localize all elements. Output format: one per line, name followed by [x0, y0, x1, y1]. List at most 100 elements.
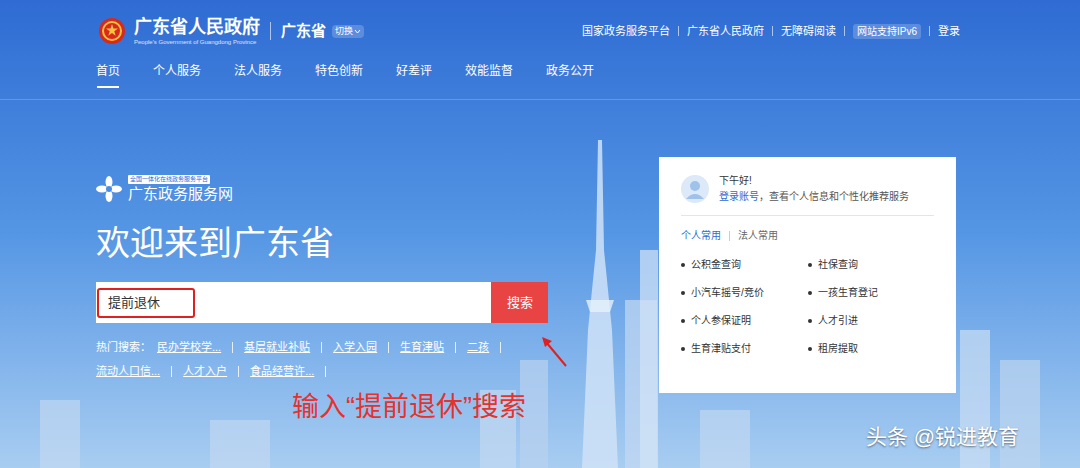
quick-link-label[interactable]: 公积金查询: [691, 257, 741, 272]
top-link[interactable]: 登录: [938, 23, 960, 40]
nav-label[interactable]: 效能监督: [465, 62, 513, 80]
hot-separator: [232, 342, 233, 353]
page: 广东省人民政府 People's Government of Guangdong…: [0, 0, 1080, 468]
link-separator: [929, 26, 930, 36]
quick-link[interactable]: 个人参保证明: [681, 313, 808, 328]
quick-link[interactable]: 小汽车摇号/竞价: [681, 285, 808, 300]
nav-label[interactable]: 特色创新: [315, 62, 363, 80]
hot-item[interactable]: 流动人口信...: [96, 359, 183, 383]
bullet-icon: [808, 319, 812, 323]
quick-link-label[interactable]: 租房提取: [818, 341, 858, 356]
nav-item[interactable]: 法人服务: [234, 62, 282, 88]
hot-item[interactable]: 民办学校学...: [157, 335, 244, 359]
watermark: 头条 @锐进教育: [866, 423, 1019, 451]
bullet-icon: [681, 263, 685, 267]
top-link[interactable]: 网站支持IPv6: [853, 24, 921, 39]
hot-link[interactable]: 食品经营许...: [250, 359, 314, 383]
search-button[interactable]: 搜索: [491, 282, 548, 323]
nav-item[interactable]: 首页: [96, 62, 120, 88]
nav-item[interactable]: 特色创新: [315, 62, 363, 88]
quick-link[interactable]: 一孩生育登记: [808, 285, 935, 300]
chevron-down-icon: [354, 29, 361, 34]
avatar-icon[interactable]: [681, 175, 709, 203]
national-emblem-icon: [98, 17, 126, 45]
hot-link[interactable]: 流动人口信...: [96, 359, 160, 383]
quick-link[interactable]: 生育津贴支付: [681, 341, 808, 356]
hot-separator: [321, 342, 322, 353]
nav-item[interactable]: 好差评: [396, 62, 432, 88]
search-input[interactable]: [96, 282, 491, 323]
nav-underline: [97, 86, 119, 88]
hot-link[interactable]: 民办学校学...: [157, 335, 221, 359]
switch-region-button[interactable]: 切换: [332, 25, 364, 38]
link-separator: [772, 26, 773, 36]
hot-item[interactable]: 人才入户: [183, 359, 250, 383]
quick-link-label[interactable]: 个人参保证明: [691, 313, 751, 328]
hot-link[interactable]: 二孩: [467, 335, 489, 359]
search-button-label[interactable]: 搜索: [507, 293, 533, 313]
nav-item[interactable]: 效能监督: [465, 62, 513, 88]
hot-searches: 热门搜索：民办学校学... 基层就业补贴入学入园生育津贴二孩流动人口信... 人才入…: [96, 335, 548, 383]
login-hint: ，查看个人信息和个性化推荐服务: [759, 191, 909, 202]
quick-link[interactable]: 公积金查询: [681, 257, 808, 272]
annotation-arrow-icon: [538, 332, 570, 370]
hot-item[interactable]: 入学入园: [333, 335, 400, 359]
nav-item[interactable]: 政务公开: [546, 62, 594, 88]
nav-item[interactable]: 个人服务: [153, 62, 201, 88]
quick-link-label[interactable]: 小汽车摇号/竞价: [691, 285, 764, 300]
site-subtitle: People's Government of Guangdong Provinc…: [134, 38, 260, 46]
link-separator: [844, 26, 845, 36]
bullet-icon: [808, 347, 812, 351]
hot-link[interactable]: 人才入户: [183, 359, 227, 383]
hot-separator: [171, 366, 172, 377]
hot-item[interactable]: 生育津贴: [400, 335, 467, 359]
card-tabs: 个人常用 法人常用: [681, 228, 934, 243]
quick-link-label[interactable]: 人才引进: [818, 313, 858, 328]
hot-link[interactable]: 入学入园: [333, 335, 377, 359]
annotation-highlight-box: [97, 288, 195, 318]
annotation-text: 输入“提前退休”搜索: [292, 390, 526, 424]
nav-label[interactable]: 好差评: [396, 62, 432, 80]
hot-item[interactable]: 二孩: [467, 335, 512, 359]
user-card: 下午好! 登录账号，查看个人信息和个性化推荐服务 个人常用法人常用 公积金查询社…: [659, 157, 956, 393]
hot-separator: [500, 342, 501, 353]
site-title[interactable]: 广东省人民政府: [134, 16, 260, 38]
hot-link[interactable]: 生育津贴: [400, 335, 444, 359]
nav-underline: [247, 86, 269, 88]
nav-underline: [559, 86, 581, 88]
switch-label[interactable]: 切换: [335, 25, 353, 38]
hot-label: 热门搜索：: [96, 335, 151, 359]
login-link[interactable]: 登录账号: [719, 191, 759, 202]
quick-link[interactable]: 人才引进: [808, 313, 935, 328]
quick-link[interactable]: 租房提取: [808, 341, 935, 356]
nav-label[interactable]: 个人服务: [153, 62, 201, 80]
top-links: 国家政务服务平台广东省人民政府无障碍阅读 网站支持IPv6 登录: [582, 23, 960, 40]
main-nav: 首页 个人服务 法人服务 特色创新 好差评 效能监督 政务公开: [0, 62, 1080, 100]
top-link[interactable]: 无障碍阅读: [781, 23, 836, 40]
nav-label[interactable]: 法人服务: [234, 62, 282, 80]
welcome-heading: 欢迎来到广东省: [96, 223, 548, 263]
nav-underline: [478, 86, 500, 88]
nav-label[interactable]: 政务公开: [546, 62, 594, 80]
bullet-icon: [808, 263, 812, 267]
top-link[interactable]: 国家政务服务平台: [582, 23, 670, 40]
quick-link[interactable]: 社保查询: [808, 257, 935, 272]
card-tab[interactable]: 法人常用: [738, 228, 778, 243]
tab-separator: [729, 231, 730, 241]
brand-name: 广东政务服务网: [128, 184, 233, 204]
bullet-icon: [808, 291, 812, 295]
hot-item[interactable]: 食品经营许...: [250, 359, 337, 383]
nav-label[interactable]: 首页: [96, 62, 120, 80]
hot-separator: [238, 366, 239, 377]
hot-item[interactable]: 基层就业补贴: [244, 335, 333, 359]
quick-link-label[interactable]: 一孩生育登记: [818, 285, 878, 300]
card-tab[interactable]: 个人常用: [681, 228, 721, 243]
bullet-icon: [681, 347, 685, 351]
top-link[interactable]: 广东省人民政府: [687, 23, 764, 40]
quick-link-label[interactable]: 生育津贴支付: [691, 341, 751, 356]
quick-link-label[interactable]: 社保查询: [818, 257, 858, 272]
hot-link[interactable]: 基层就业补贴: [244, 335, 310, 359]
bullet-icon: [681, 291, 685, 295]
nav-underline: [166, 86, 188, 88]
brand-badge: 全国一体化在线政务服务平台: [128, 175, 210, 184]
